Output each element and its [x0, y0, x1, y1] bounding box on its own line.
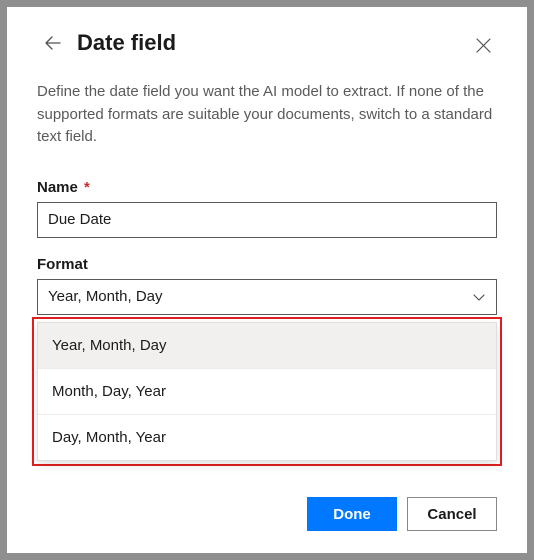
format-option-mdy[interactable]: Month, Day, Year — [38, 369, 496, 415]
format-option-ymd[interactable]: Year, Month, Day — [38, 323, 496, 369]
close-button[interactable] — [469, 31, 497, 59]
dialog-footer: Done Cancel — [37, 491, 497, 531]
name-field-group: Name * — [37, 179, 497, 238]
chevron-down-icon — [472, 290, 486, 304]
dialog-header: Date field — [37, 27, 497, 59]
name-label: Name * — [37, 179, 497, 196]
dialog-description: Define the date field you want the AI mo… — [37, 81, 497, 149]
date-field-dialog: Date field Define the date field you wan… — [7, 7, 527, 553]
required-indicator: * — [84, 179, 90, 196]
name-label-text: Name — [37, 179, 78, 196]
format-field-group: Format Year, Month, Day Year, Month, Day… — [37, 256, 497, 315]
dialog-title: Date field — [77, 30, 176, 56]
format-selected-value: Year, Month, Day — [48, 288, 163, 305]
format-dropdown-list: Year, Month, Day Month, Day, Year Day, M… — [37, 322, 497, 461]
format-label: Format — [37, 256, 497, 273]
cancel-button[interactable]: Cancel — [407, 497, 497, 531]
format-option-dmy[interactable]: Day, Month, Year — [38, 415, 496, 460]
close-icon — [476, 38, 491, 53]
back-button[interactable] — [37, 27, 69, 59]
dropdown-highlight: Year, Month, Day Month, Day, Year Day, M… — [32, 317, 502, 466]
name-input[interactable] — [37, 202, 497, 238]
format-select-wrap: Year, Month, Day Year, Month, Day Month,… — [37, 279, 497, 315]
arrow-left-icon — [43, 33, 63, 53]
format-select[interactable]: Year, Month, Day — [37, 279, 497, 315]
done-button[interactable]: Done — [307, 497, 397, 531]
